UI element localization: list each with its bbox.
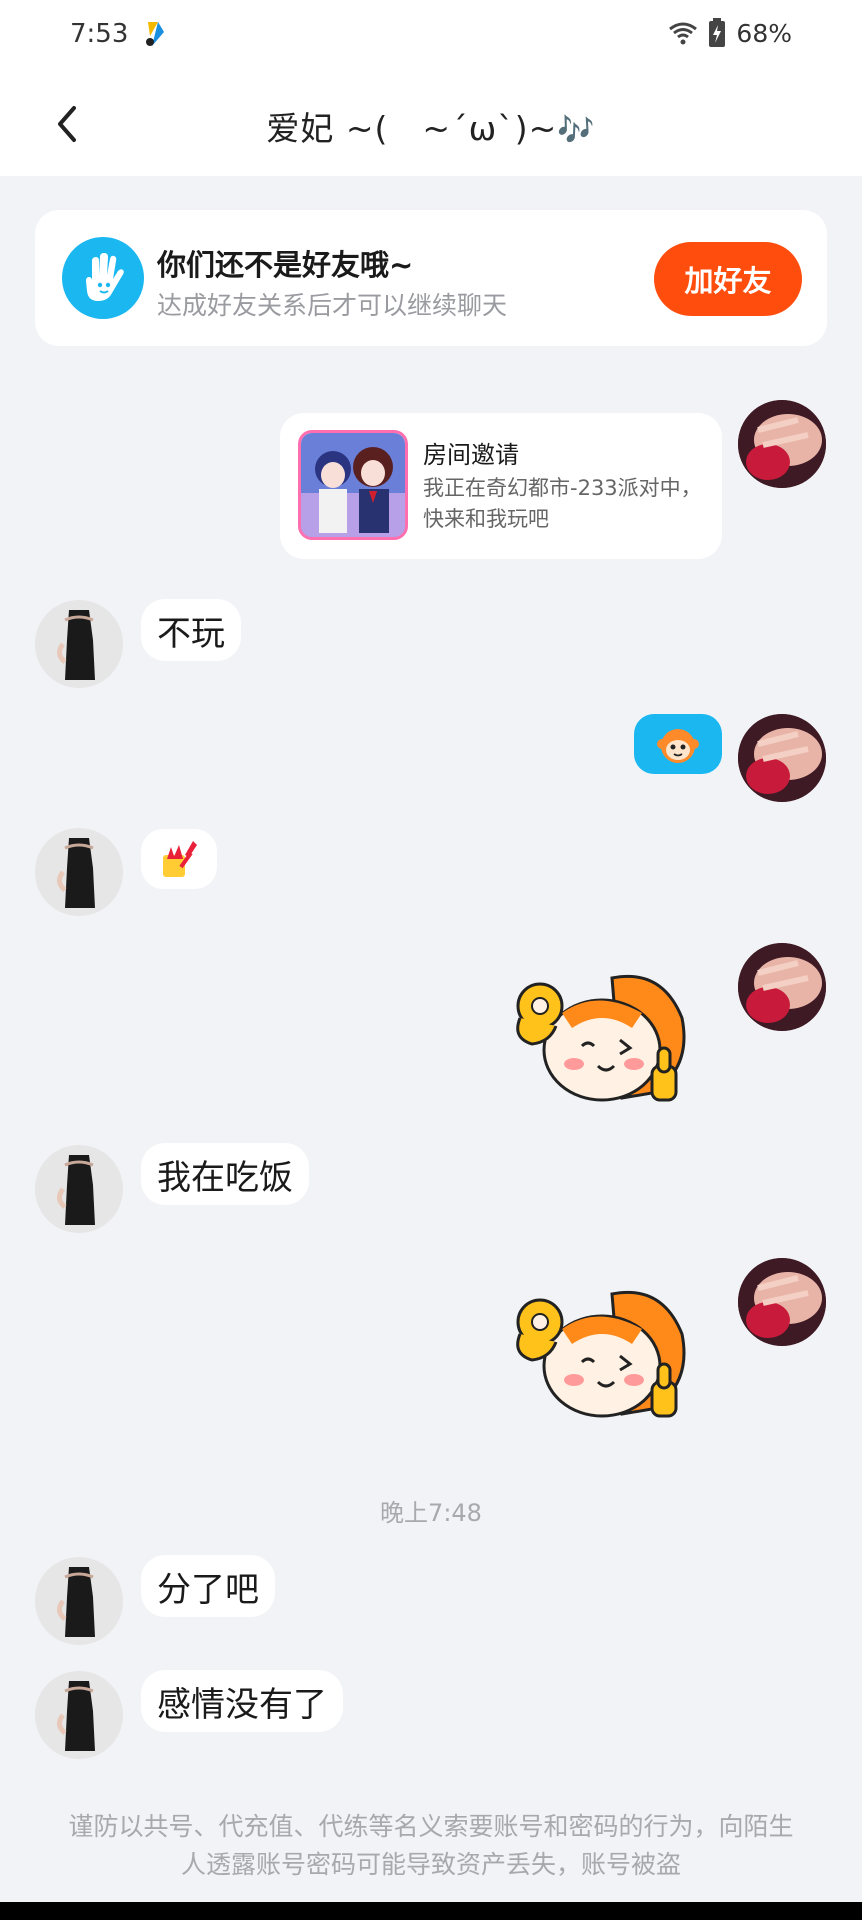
not-friends-banner: 你们还不是好友哦~ 达成好友关系后才可以继续聊天 加好友 [35, 210, 827, 346]
app-notification-icon [146, 22, 164, 46]
chat-header: 爱妃 ~( ~´ω`)~🎶 [0, 72, 862, 176]
status-indicators: 68% [668, 18, 792, 48]
game-thumbnail-image [298, 430, 408, 540]
nail-polish-icon [163, 841, 197, 877]
time-divider: 晚上7:48 [380, 1499, 482, 1527]
wifi-icon [669, 22, 698, 45]
avatar-self[interactable] [738, 400, 826, 488]
message-bubble-other[interactable]: 不玩 [141, 599, 241, 661]
safety-notice: 谨防以共号、代充值、代练等名义索要账号和密码的行为，向陌生人透露账号密码可能导致… [68, 1812, 794, 1879]
message-bubble-other-emoji[interactable] [141, 829, 217, 889]
invite-description: 我正在奇幻都市-233派对中，快来和我玩吧 [423, 476, 702, 531]
message-text: 我在吃饭 [157, 1157, 293, 1198]
battery-charging-icon [709, 18, 726, 47]
system-navigation-bar [0, 1902, 862, 1920]
chat-title-text: 爱妃 ~( ~´ω`)~ [266, 109, 558, 148]
message-bubble-other[interactable]: 我在吃饭 [141, 1143, 309, 1205]
message-text: 分了吧 [157, 1569, 259, 1610]
message-bubble-other[interactable]: 感情没有了 [141, 1670, 343, 1732]
banner-title: 你们还不是好友哦~ [157, 248, 414, 282]
banner-subtitle: 达成好友关系后才可以继续聊天 [157, 291, 508, 320]
avatar-self[interactable] [738, 714, 826, 802]
monkey-ok-sticker[interactable] [502, 958, 692, 1108]
avatar-other[interactable] [35, 1145, 123, 1233]
avatar-other[interactable] [35, 1557, 123, 1645]
room-invite-card[interactable]: 房间邀请 我正在奇幻都市-233派对中，快来和我玩吧 [280, 413, 722, 559]
monkey-ok-sticker[interactable] [502, 1274, 692, 1424]
monkey-face-icon [657, 729, 699, 763]
avatar-other[interactable] [35, 828, 123, 916]
status-bar: 7:53 68% [0, 0, 862, 72]
wave-hand-icon [62, 237, 144, 319]
invite-title: 房间邀请 [423, 441, 519, 469]
chat-title: 爱妃 ~( ~´ω`)~🎶 [0, 102, 862, 150]
avatar-self[interactable] [738, 943, 826, 1031]
avatar-other[interactable] [35, 1671, 123, 1759]
add-friend-button[interactable]: 加好友 [654, 242, 802, 316]
message-text: 不玩 [157, 613, 225, 654]
message-text: 感情没有了 [157, 1684, 327, 1725]
avatar-other[interactable] [35, 600, 123, 688]
battery-percent: 68% [736, 18, 792, 48]
message-bubble-self-emoji[interactable] [634, 714, 722, 774]
message-bubble-other[interactable]: 分了吧 [141, 1555, 275, 1617]
music-note-decoration: 🎶 [557, 113, 596, 148]
status-time: 7:53 [70, 19, 129, 49]
avatar-self[interactable] [738, 1258, 826, 1346]
